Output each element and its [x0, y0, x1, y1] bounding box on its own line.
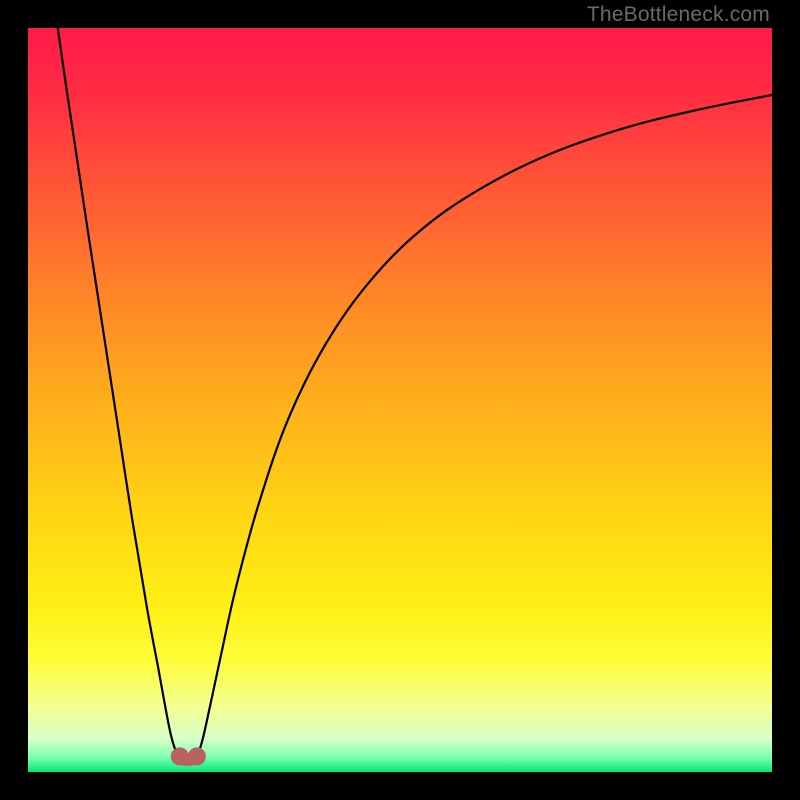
chart-stage: TheBottleneck.com — [0, 0, 800, 800]
u-marker-left — [171, 747, 189, 765]
curve-layer — [28, 28, 772, 772]
curve-left-branch — [58, 28, 179, 756]
u-marker-right — [188, 747, 206, 765]
curve-right-branch — [198, 95, 772, 756]
watermark-text: TheBottleneck.com — [587, 3, 770, 27]
plot-area — [28, 28, 772, 772]
